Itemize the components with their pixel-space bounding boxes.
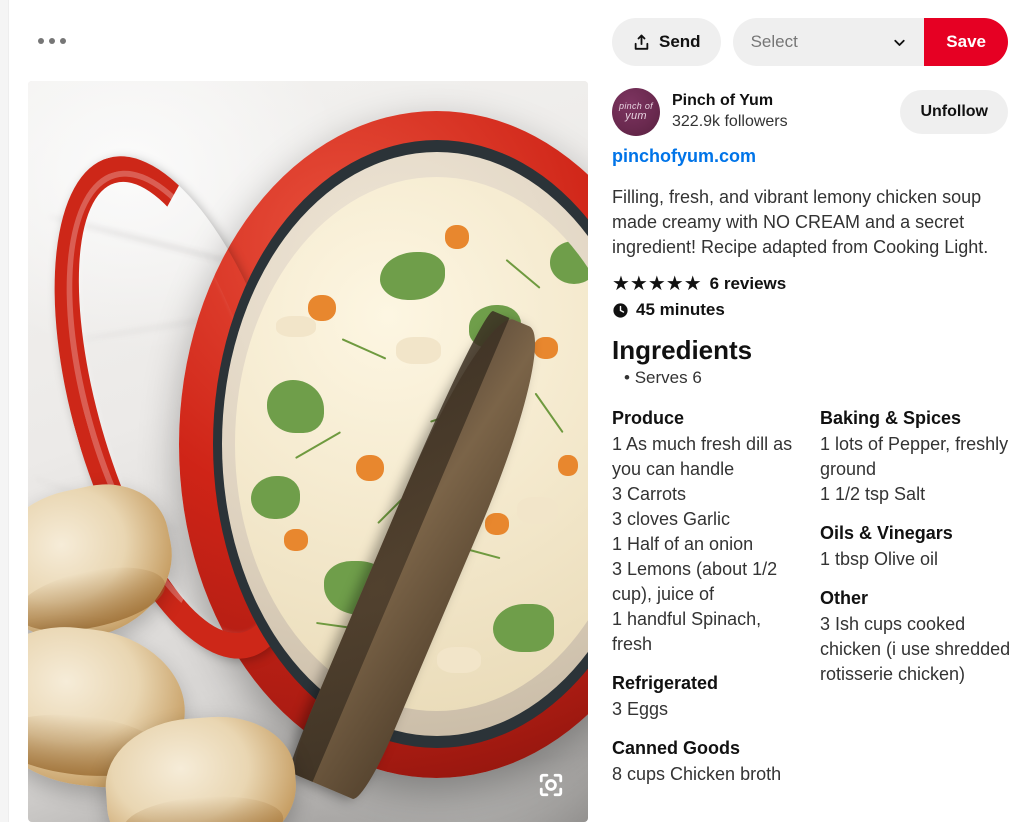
ingredient-item: 1 handful Spinach, fresh: [612, 609, 762, 654]
ingredients-heading: Ingredients: [612, 335, 753, 365]
avatar-line-2: yum: [625, 110, 647, 122]
recipe-photo: [28, 81, 588, 822]
creator-row: pinch of yum Pinch of Yum 322.9k followe…: [612, 86, 1008, 138]
ingredient-group: Baking & Spices 1 lots of Pepper, freshl…: [820, 406, 1014, 507]
ingredients-column-right: Baking & Spices 1 lots of Pepper, freshl…: [820, 406, 1014, 787]
cook-time: 45 minutes: [636, 300, 725, 319]
chevron-down-icon: [894, 39, 905, 46]
ingredient-item: 1 Half of an onion: [612, 534, 754, 554]
pin-description: Filling, fresh, and vibrant lemony chick…: [612, 187, 989, 257]
send-button[interactable]: Send: [612, 18, 721, 66]
ingredient-item: 1 tbsp Olive oil: [820, 549, 939, 569]
ingredient-group: Canned Goods 8 cups Chicken broth: [612, 736, 806, 787]
ingredient-group-title: Oils & Vinegars: [820, 523, 953, 543]
ingredient-group: Produce 1 As much fresh dill as you can …: [612, 406, 806, 657]
pin-detail-page: Send Select Save pinch of yum Pinch of Y…: [0, 0, 1024, 822]
creator-followers: 322.9k followers: [672, 113, 788, 130]
creator-name[interactable]: Pinch of Yum: [672, 91, 888, 111]
ingredient-group: Refrigerated 3 Eggs: [612, 671, 806, 722]
cook-time-row: 45 minutes: [612, 300, 1014, 320]
ingredient-item: 3 cloves Garlic: [612, 509, 731, 529]
share-upload-icon: [634, 34, 649, 50]
ingredient-item: 1 lots of Pepper, freshly ground: [820, 434, 1009, 479]
avatar[interactable]: pinch of yum: [612, 88, 660, 136]
more-options-icon: [38, 38, 44, 44]
ingredient-group-title: Refrigerated: [612, 673, 719, 693]
visual-search-icon: [539, 773, 563, 797]
ingredient-item: 8 cups Chicken broth: [612, 764, 782, 784]
ingredient-group: Other 3 Ish cups cooked chicken (i use s…: [820, 586, 1014, 687]
reviews-count: 6 reviews: [709, 274, 787, 293]
ingredient-item: 1 As much fresh dill as you can handle: [612, 434, 793, 479]
pin-details-pane: Send Select Save pinch of yum Pinch of Y…: [600, 0, 1024, 822]
ingredient-group-title: Canned Goods: [612, 738, 741, 758]
pin-action-bar: Send Select Save: [612, 18, 1008, 66]
pin-image-pane: [9, 0, 600, 822]
ingredient-item: 3 Ish cups cooked chicken (i use shredde…: [820, 614, 1011, 684]
ingredient-item: 3 Carrots: [612, 484, 687, 504]
creator-info: Pinch of Yum 322.9k followers: [672, 91, 888, 133]
page-left-gutter: [0, 0, 9, 822]
more-options-icon: [49, 38, 55, 44]
ingredient-item: 3 Lemons (about 1/2 cup), juice of: [612, 559, 778, 604]
ingredients-column-left: Produce 1 As much fresh dill as you can …: [612, 406, 806, 787]
ingredient-group-title: Other: [820, 588, 869, 608]
pin-image[interactable]: [28, 81, 588, 822]
ingredient-group: Oils & Vinegars 1 tbsp Olive oil: [820, 521, 1014, 572]
ingredient-item: 1 1/2 tsp Salt: [820, 484, 926, 504]
ingredient-group-title: Produce: [612, 408, 685, 428]
rating-row: ★★★★★ 6 reviews: [612, 274, 1014, 294]
save-button[interactable]: Save: [924, 18, 1008, 66]
send-button-label: Send: [659, 32, 701, 51]
visual-search-button[interactable]: [534, 768, 568, 802]
ingredient-group-title: Baking & Spices: [820, 408, 962, 428]
ingredients-columns: Produce 1 As much fresh dill as you can …: [612, 406, 1014, 787]
more-options-button[interactable]: [38, 30, 72, 52]
source-link[interactable]: pinchofyum.com: [612, 146, 1014, 167]
save-control-group: Select Save: [732, 18, 1008, 66]
ingredient-item: 3 Eggs: [612, 699, 669, 719]
more-options-icon: [60, 38, 66, 44]
serves-text: Serves 6: [612, 368, 1014, 388]
unfollow-button[interactable]: Unfollow: [900, 90, 1008, 134]
board-select-dropdown[interactable]: Select: [732, 18, 925, 66]
pin-content: pinchofyum.com Filling, fresh, and vibra…: [612, 146, 1014, 822]
board-select-placeholder: Select: [750, 32, 798, 51]
rating-stars: ★★★★★: [612, 273, 702, 295]
clock-icon: [613, 302, 628, 318]
